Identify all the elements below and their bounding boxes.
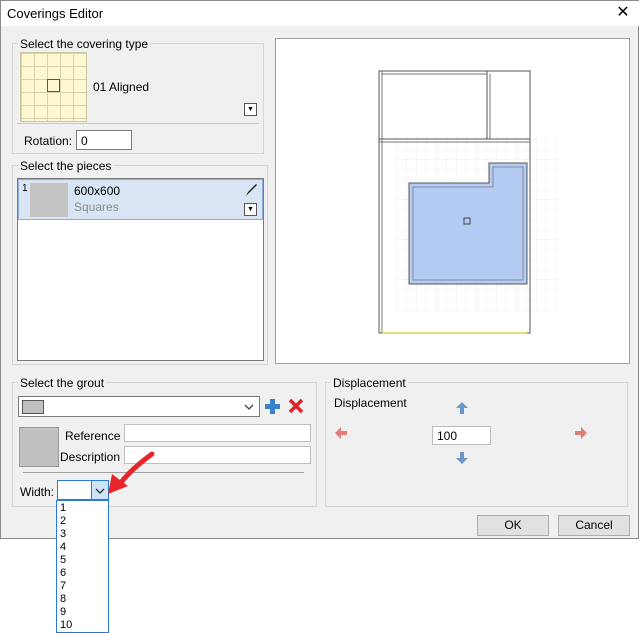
width-options-list: 1 2 3 4 5 6 7 8 9 10 — [56, 500, 109, 633]
list-item[interactable]: 10 — [60, 619, 72, 632]
piece-index: 1 — [22, 183, 28, 194]
pieces-label: Select the pieces — [18, 159, 114, 173]
covering-type-label: Select the covering type — [18, 37, 151, 51]
grout-group: Select the grout Reference Description W… — [12, 376, 317, 507]
piece-type: Squares — [74, 200, 119, 214]
cancel-label: Cancel — [575, 518, 613, 532]
displacement-value: 100 — [437, 429, 458, 443]
displacement-input[interactable]: 100 — [432, 426, 491, 445]
title-bar: Coverings Editor ✕ — [1, 1, 640, 26]
covering-thumbnail[interactable] — [20, 52, 87, 122]
delete-icon[interactable] — [288, 398, 304, 414]
list-item[interactable]: 1 — [60, 502, 66, 515]
list-item[interactable]: 4 — [60, 541, 66, 554]
close-icon[interactable]: ✕ — [612, 3, 634, 23]
displacement-label: Displacement — [334, 396, 407, 410]
list-item[interactable]: 6 — [60, 567, 66, 580]
list-item[interactable]: 8 — [60, 593, 66, 606]
reference-label: Reference — [65, 429, 121, 443]
rotation-value: 0 — [81, 134, 88, 148]
rotation-input[interactable]: 0 — [76, 130, 132, 150]
chevron-down-icon — [244, 404, 254, 410]
piece-dropdown-button[interactable]: ▼ — [244, 203, 257, 216]
ok-button[interactable]: OK — [477, 515, 549, 536]
add-icon[interactable] — [264, 398, 280, 414]
grout-divider — [23, 472, 304, 473]
list-item[interactable]: 2 — [60, 515, 66, 528]
arrow-up-icon[interactable] — [455, 401, 469, 415]
pieces-group: Select the pieces 1 600x600 Squares ▼ — [12, 159, 268, 365]
grout-label: Select the grout — [18, 376, 107, 390]
chevron-down-icon: ▼ — [247, 206, 254, 213]
window-title: Coverings Editor — [7, 6, 104, 21]
list-item[interactable]: 7 — [60, 580, 66, 593]
arrow-down-icon[interactable] — [455, 451, 469, 465]
preview-panel — [275, 38, 630, 364]
cancel-button[interactable]: Cancel — [558, 515, 630, 536]
width-label: Width: — [20, 485, 55, 499]
grout-preview-swatch — [19, 427, 59, 467]
piece-thumbnail — [30, 183, 68, 217]
covering-type-group: Select the covering type 01 Aligned ▼ Ro… — [12, 37, 264, 154]
list-item[interactable]: 3 — [60, 528, 66, 541]
reference-input[interactable] — [124, 424, 311, 442]
list-item[interactable]: 9 — [60, 606, 66, 619]
chevron-down-icon: ▼ — [247, 106, 254, 113]
covering-divider — [17, 123, 259, 124]
arrow-left-icon[interactable] — [334, 426, 348, 440]
displacement-group: Displacement Displacement 100 — [325, 376, 628, 507]
arrow-right-icon[interactable] — [574, 426, 588, 440]
pieces-list: 1 600x600 Squares ▼ — [17, 178, 264, 361]
brush-icon[interactable] — [243, 182, 259, 198]
grout-color-swatch — [22, 400, 44, 414]
covering-name: 01 Aligned — [93, 80, 150, 94]
list-item[interactable]: 1 600x600 Squares ▼ — [18, 179, 263, 220]
rotation-label: Rotation: — [24, 134, 73, 148]
floor-plan-preview — [378, 70, 558, 334]
piece-name: 600x600 — [74, 184, 121, 198]
thumbnail-center-tile — [47, 79, 60, 92]
coverings-editor-window: Coverings Editor ✕ Select the covering t… — [0, 0, 640, 539]
annotation-arrow — [108, 451, 155, 494]
grout-color-select[interactable] — [18, 396, 260, 417]
ok-label: OK — [504, 518, 522, 532]
list-item[interactable]: 5 — [60, 554, 66, 567]
covering-dropdown-button[interactable]: ▼ — [244, 103, 257, 116]
displacement-group-label: Displacement — [331, 376, 408, 390]
